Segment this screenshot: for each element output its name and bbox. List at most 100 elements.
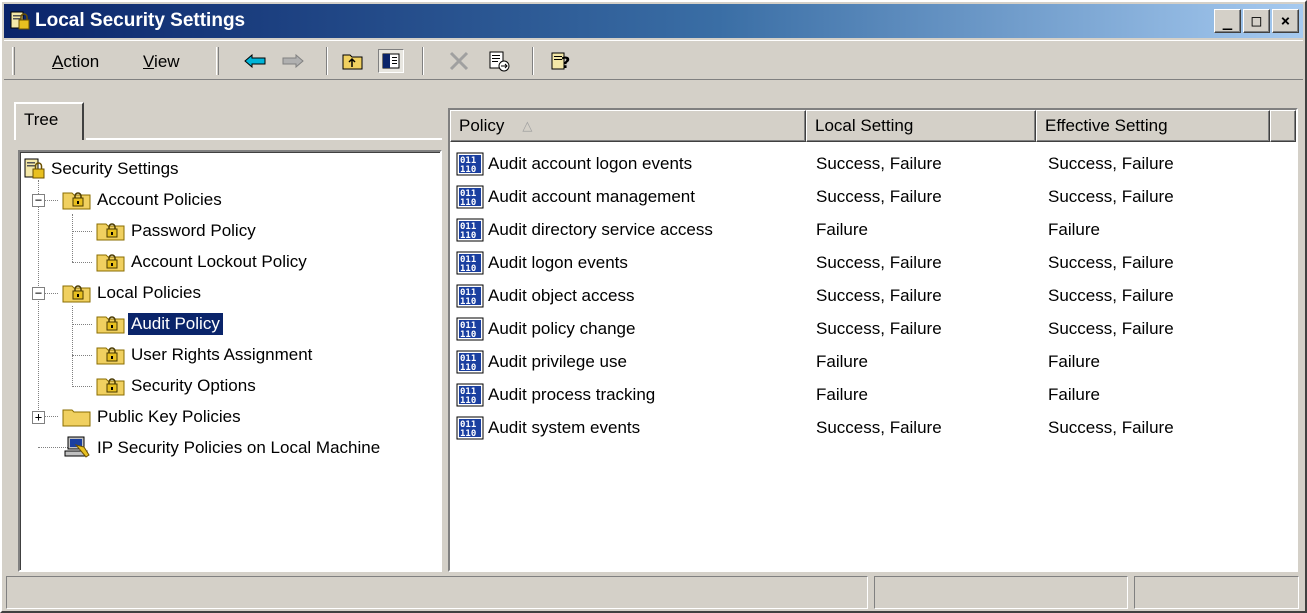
effective-setting-value: Success, Failure <box>1048 187 1174 206</box>
close-button[interactable]: × <box>1272 9 1299 33</box>
policy-name: Audit policy change <box>488 319 636 338</box>
tree-item-label: Account Policies <box>97 190 222 209</box>
column-header-filler <box>1270 110 1296 142</box>
local-setting-value: Success, Failure <box>816 286 942 305</box>
folder-lock-icon <box>62 189 92 211</box>
table-row[interactable]: 011 110 Audit logon events Success, Failure… <box>450 247 1296 279</box>
tree-connector-line <box>72 386 92 387</box>
tree-item-label: Security Options <box>131 376 256 395</box>
tree-item-label: Password Policy <box>131 221 256 240</box>
tree-item-account-lockout-policy[interactable]: Account Lockout Policy <box>96 249 310 275</box>
collapse-icon[interactable]: − <box>32 194 45 207</box>
effective-setting-value: Success, Failure <box>1048 154 1174 173</box>
delete-icon[interactable] <box>446 49 472 73</box>
tree-item-label: Local Policies <box>97 283 201 302</box>
table-row[interactable]: 011 110 Audit system events Success, Failur… <box>450 412 1296 444</box>
folder-lock-icon <box>96 375 126 397</box>
table-row[interactable]: 011 110 Audit process tracking Failure Failu… <box>450 379 1296 411</box>
local-setting-value: Success, Failure <box>816 418 942 437</box>
policy-list[interactable]: Policy △ Local Setting Effective Setting… <box>448 108 1298 572</box>
effective-setting-value: Failure <box>1048 220 1100 239</box>
effective-setting-value: Failure <box>1048 352 1100 371</box>
tree-item-password-policy[interactable]: Password Policy <box>96 218 259 244</box>
maximize-button[interactable]: □ <box>1243 9 1270 33</box>
folder-lock-icon <box>96 344 126 366</box>
menu-grip[interactable] <box>12 47 15 75</box>
tree-item-label: Public Key Policies <box>97 407 241 426</box>
policy-name: Audit account management <box>488 187 695 206</box>
table-row[interactable]: 011 110 Audit account logon events Success,… <box>450 148 1296 180</box>
audit-policy-icon: 011 110 <box>456 152 484 176</box>
folder-icon <box>62 406 92 428</box>
table-row[interactable]: 011 110 Audit directory service access Fail… <box>450 214 1296 246</box>
separator <box>532 47 534 75</box>
column-header-policy[interactable]: Policy △ <box>450 110 806 142</box>
menu-view[interactable]: View <box>143 52 180 72</box>
tree-item-security-settings[interactable]: Security Settings <box>24 156 182 182</box>
window: Local Security Settings _ □ × Action Vie… <box>0 0 1307 613</box>
list-header: Policy △ Local Setting Effective Setting <box>450 110 1296 142</box>
column-header-local-setting[interactable]: Local Setting <box>806 110 1036 142</box>
audit-policy-icon: 011 110 <box>456 317 484 341</box>
tree-connector-line <box>72 355 92 356</box>
audit-policy-icon: 011 110 <box>456 218 484 242</box>
svg-text:110: 110 <box>460 165 476 175</box>
policy-name: Audit system events <box>488 418 641 437</box>
table-row[interactable]: 011 110 Audit account management Success, F… <box>450 181 1296 213</box>
folder-lock-icon <box>96 251 126 273</box>
column-header-effective-setting[interactable]: Effective Setting <box>1036 110 1270 142</box>
policy-name: Audit logon events <box>488 253 628 272</box>
menu-action[interactable]: Action <box>52 52 99 72</box>
effective-setting-value: Success, Failure <box>1048 319 1174 338</box>
tree-item-account-policies[interactable]: Account Policies <box>62 187 225 213</box>
table-row[interactable]: 011 110 Audit policy change Success, Failur… <box>450 313 1296 345</box>
toolbar: Action View ? <box>4 40 1303 80</box>
table-row[interactable]: 011 110 Audit object access Success, Failur… <box>450 280 1296 312</box>
tree-item-label: IP Security Policies on Local Machine <box>97 438 381 457</box>
tree-view[interactable]: Security Settings − Account Policies Passwo… <box>18 150 442 572</box>
forward-arrow-icon[interactable] <box>280 49 306 73</box>
tree-item-user-rights-assignment[interactable]: User Rights Assignment <box>96 342 315 368</box>
effective-setting-value: Success, Failure <box>1048 253 1174 272</box>
tree-connector-line <box>72 306 73 385</box>
audit-policy-icon: 011 110 <box>456 350 484 374</box>
svg-text:110: 110 <box>460 429 476 439</box>
tree-item-public-key-policies[interactable]: Public Key Policies <box>62 404 244 430</box>
toolbar-grip[interactable] <box>216 47 219 75</box>
tree-connector-line <box>72 231 92 232</box>
status-panel-main <box>6 576 868 609</box>
tree-connector-line <box>72 214 73 262</box>
policy-name: Audit account logon events <box>488 154 693 173</box>
tab-tree[interactable]: Tree <box>14 102 84 140</box>
policy-name: Audit directory service access <box>488 220 713 239</box>
folder-lock-icon <box>96 220 126 242</box>
export-list-icon[interactable] <box>486 49 512 73</box>
minimize-button[interactable]: _ <box>1214 9 1241 33</box>
expand-icon[interactable]: + <box>32 411 45 424</box>
tree-connector-line <box>72 324 92 325</box>
effective-setting-value: Failure <box>1048 385 1100 404</box>
local-setting-value: Failure <box>816 385 868 404</box>
table-row[interactable]: 011 110 Audit privilege use Failure Failure <box>450 346 1296 378</box>
up-folder-icon[interactable] <box>340 49 366 73</box>
security-settings-icon <box>24 158 46 180</box>
ip-security-icon <box>62 435 92 461</box>
audit-policy-icon: 011 110 <box>456 383 484 407</box>
title-bar[interactable]: Local Security Settings _ □ × <box>4 4 1303 38</box>
show-hide-tree-icon[interactable] <box>378 49 404 73</box>
effective-setting-value: Success, Failure <box>1048 418 1174 437</box>
collapse-icon[interactable]: − <box>32 287 45 300</box>
back-arrow-icon[interactable] <box>242 49 268 73</box>
audit-policy-icon: 011 110 <box>456 251 484 275</box>
local-setting-value: Failure <box>816 352 868 371</box>
tree-item-security-options[interactable]: Security Options <box>96 373 259 399</box>
separator <box>326 47 328 75</box>
tree-connector-line <box>72 262 92 263</box>
local-setting-value: Success, Failure <box>816 187 942 206</box>
effective-setting-value: Success, Failure <box>1048 286 1174 305</box>
help-icon[interactable]: ? <box>548 49 574 73</box>
tree-item-ip-security-policies-on-local-machine[interactable]: IP Security Policies on Local Machine <box>62 435 383 461</box>
tree-item-audit-policy[interactable]: Audit Policy <box>96 311 224 337</box>
tree-item-local-policies[interactable]: Local Policies <box>62 280 204 306</box>
svg-text:110: 110 <box>460 198 476 208</box>
